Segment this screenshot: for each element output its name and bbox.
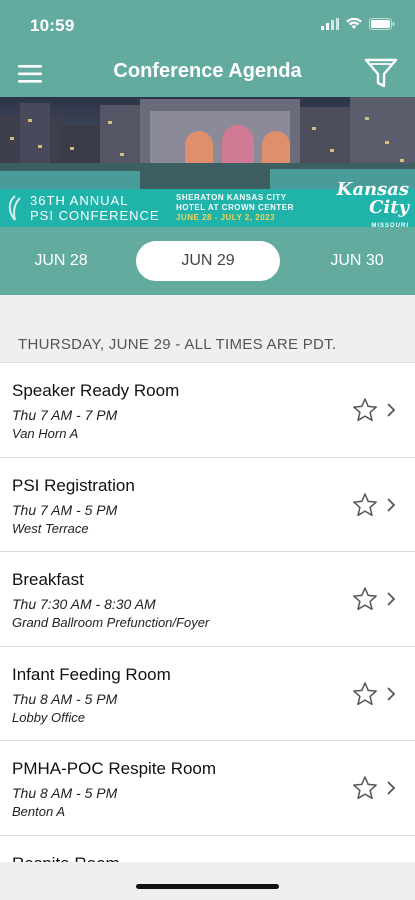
home-indicator[interactable] xyxy=(136,884,279,889)
star-icon[interactable] xyxy=(352,397,378,423)
status-bar: 10:59 xyxy=(0,0,415,50)
session-location: Lobby Office xyxy=(12,709,85,725)
session-time: Thu 8 AM - 5 PM xyxy=(12,690,118,707)
session-time: Thu 7:30 AM - 8:30 AM xyxy=(12,596,156,612)
conference-banner: 36TH ANNUAL PSI CONFERENCE SHERATON KANS… xyxy=(0,97,415,227)
conference-venue: SHERATON KANSAS CITY HOTEL AT CROWN CENT… xyxy=(176,193,319,223)
chevron-right-icon xyxy=(387,592,396,606)
chevron-right-icon xyxy=(387,686,396,701)
chevron-right-icon xyxy=(387,497,396,512)
psi-logo-icon xyxy=(8,195,21,221)
session-item[interactable]: Respite Room xyxy=(0,834,415,863)
banner-caption: 36TH ANNUAL PSI CONFERENCE SHERATON KANS… xyxy=(0,181,415,227)
conference-name: 36TH ANNUAL PSI CONFERENCE xyxy=(6,193,176,223)
filter-funnel-icon[interactable] xyxy=(363,56,399,90)
session-location: Van Horn A xyxy=(12,426,79,441)
session-time: Thu 7 AM - 7 PM xyxy=(12,407,118,423)
day-heading: THURSDAY, JUNE 29 - ALL TIMES ARE PDT. xyxy=(18,336,337,353)
session-location: Grand Ballroom Prefunction/Foyer xyxy=(12,615,210,630)
star-icon[interactable] xyxy=(352,775,378,801)
conference-title: PSI CONFERENCE xyxy=(30,208,160,223)
battery-icon xyxy=(369,18,395,30)
date-selector: JUN 28 JUN 29 JUN 30 xyxy=(0,227,415,295)
conference-dates: JUNE 28 - JULY 2, 2023 xyxy=(176,213,276,222)
status-icons xyxy=(321,18,395,30)
wifi-icon xyxy=(346,18,362,29)
date-tab-jun-29[interactable]: JUN 29 xyxy=(136,241,280,281)
session-title: Infant Feeding Room xyxy=(12,664,171,684)
session-item[interactable]: Infant Feeding Room Thu 8 AM - 5 PM Lobb… xyxy=(0,645,415,740)
session-item[interactable]: PMHA-POC Respite Room Thu 8 AM - 5 PM Be… xyxy=(0,740,415,835)
session-list[interactable]: Speaker Ready Room Thu 7 AM - 7 PM Van H… xyxy=(0,362,415,862)
star-icon[interactable] xyxy=(352,586,378,612)
session-title: PSI Registration xyxy=(12,475,135,495)
session-item[interactable]: PSI Registration Thu 7 AM - 5 PM West Te… xyxy=(0,456,415,551)
title-bar: Conference Agenda xyxy=(0,50,415,97)
session-time: Thu 7 AM - 5 PM xyxy=(12,501,118,518)
page-title: Conference Agenda xyxy=(113,60,302,82)
session-location: West Terrace xyxy=(12,520,89,536)
star-icon[interactable] xyxy=(352,492,378,518)
kansas-city-skyline-image xyxy=(0,97,415,189)
session-item[interactable]: Speaker Ready Room Thu 7 AM - 7 PM Van H… xyxy=(0,362,415,457)
date-tab-jun-28[interactable]: JUN 28 xyxy=(12,241,110,281)
session-time: Thu 8 AM - 5 PM xyxy=(12,785,118,801)
chevron-right-icon xyxy=(387,403,396,417)
session-title: Breakfast xyxy=(12,570,84,589)
signal-icon xyxy=(321,18,339,30)
city-logo: Kansas City MISSOURI xyxy=(336,179,409,228)
session-title: Respite Room xyxy=(12,854,120,863)
chevron-right-icon xyxy=(387,781,396,795)
session-title: Speaker Ready Room xyxy=(12,381,180,400)
session-location: Benton A xyxy=(12,804,66,819)
status-time: 10:59 xyxy=(30,16,75,35)
app-header: 10:59 Conference Agenda xyxy=(0,0,415,97)
home-bar xyxy=(0,862,415,900)
date-tab-jun-30[interactable]: JUN 30 xyxy=(310,241,404,281)
conference-edition: 36TH ANNUAL xyxy=(30,193,129,208)
star-icon[interactable] xyxy=(352,681,378,707)
session-title: PMHA-POC Respite Room xyxy=(12,759,217,778)
session-item[interactable]: Breakfast Thu 7:30 AM - 8:30 AM Grand Ba… xyxy=(0,551,415,646)
